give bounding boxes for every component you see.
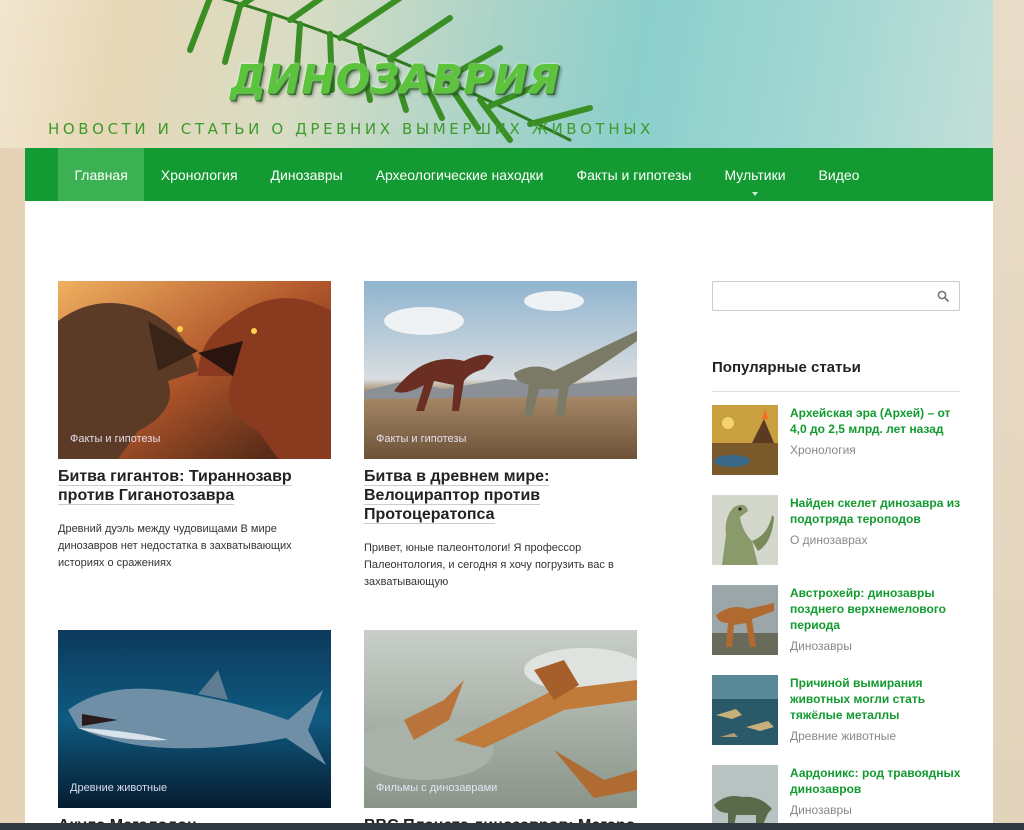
popular-article-thumbnail[interactable]	[712, 765, 778, 830]
nav-label: Динозавры	[270, 166, 343, 183]
article-card: Факты и гипотезы Битва гигантов: Тиранно…	[58, 281, 331, 572]
article-excerpt: Древний дуэль между чудовищами В мире ди…	[58, 523, 292, 569]
page-background-right	[993, 0, 1024, 830]
popular-article-category[interactable]: Древние животные	[790, 729, 896, 743]
category-label[interactable]: Фильмы с динозаврами	[376, 782, 497, 794]
popular-article-title[interactable]: Австрохейр: динозавры позднего верхнемел…	[790, 585, 962, 633]
popular-article-category[interactable]: О динозаврах	[790, 533, 867, 547]
nav-label: Видео	[818, 166, 860, 183]
popular-article-category[interactable]: Хронология	[790, 443, 856, 457]
search-icon[interactable]	[937, 290, 949, 302]
divider	[712, 391, 960, 392]
category-label[interactable]: Древние животные	[70, 782, 167, 794]
austrocheirus-image	[712, 585, 778, 655]
popular-article-thumbnail[interactable]	[712, 675, 778, 745]
popular-article-thumbnail[interactable]	[712, 495, 778, 565]
nav-label: Факты и гипотезы	[576, 166, 692, 183]
dropdown-caret-icon	[752, 192, 759, 196]
main-navigation: Главная Хронология Динозавры Археологиче…	[25, 148, 993, 201]
popular-article-title[interactable]: Аардоникс: род травоядных динозавров	[790, 765, 962, 797]
article-title[interactable]: Битва гигантов: Тираннозавр против Гиган…	[58, 467, 331, 505]
search-input[interactable]	[719, 282, 933, 310]
popular-article-item: Найден скелет динозавра из подотряда тер…	[712, 495, 962, 565]
nav-label: Хронология	[160, 166, 238, 183]
article-title[interactable]: Битва в древнем мире: Велоцираптор проти…	[364, 467, 637, 524]
nav-label: Археологические находки	[375, 166, 544, 183]
popular-article-category[interactable]: Динозавры	[790, 639, 852, 653]
popular-article-item: Причиной вымирания животных могли стать …	[712, 675, 962, 745]
popular-article-thumbnail[interactable]	[712, 585, 778, 655]
article-card: Древние животные Акула Мегалодон	[58, 630, 331, 830]
nav-item-dinosaurs[interactable]: Динозавры	[254, 148, 359, 201]
archean-era-image	[712, 405, 778, 475]
nav-label: Мультики	[724, 166, 786, 183]
nav-item-cartoons[interactable]: Мультики	[708, 148, 802, 201]
nav-item-home[interactable]: Главная	[58, 148, 145, 201]
theropod-skeleton-image	[712, 495, 778, 565]
article-thumbnail[interactable]: Древние животные	[58, 630, 331, 808]
main-content: Факты и гипотезы Битва гигантов: Тиранно…	[25, 201, 993, 830]
popular-article-item: Австрохейр: динозавры позднего верхнемел…	[712, 585, 962, 655]
aardonyx-image	[712, 765, 778, 830]
nav-item-video[interactable]: Видео	[802, 148, 876, 201]
popular-article-item: Аардоникс: род травоядных динозавров Дин…	[712, 765, 962, 830]
category-label[interactable]: Факты и гипотезы	[70, 433, 160, 445]
site-header: ДИНОЗАВРИЯ НОВОСТИ И СТАТЬИ О ДРЕВНИХ ВЫ…	[0, 0, 1024, 148]
article-thumbnail[interactable]: Факты и гипотезы	[364, 281, 637, 459]
popular-article-title[interactable]: Найден скелет динозавра из подотряда тер…	[790, 495, 962, 527]
popular-article-item: Архейская эра (Архей) – от 4,0 до 2,5 мл…	[712, 405, 962, 475]
popular-article-thumbnail[interactable]	[712, 405, 778, 475]
nav-item-chronology[interactable]: Хронология	[144, 148, 254, 201]
category-label[interactable]: Факты и гипотезы	[376, 433, 466, 445]
popular-article-title[interactable]: Причиной вымирания животных могли стать …	[790, 675, 962, 723]
nav-item-archaeology[interactable]: Археологические находки	[359, 148, 560, 201]
nav-item-facts[interactable]: Факты и гипотезы	[560, 148, 708, 201]
article-thumbnail[interactable]: Фильмы с динозаврами	[364, 630, 637, 808]
popular-article-title[interactable]: Архейская эра (Архей) – от 4,0 до 2,5 мл…	[790, 405, 962, 437]
search-box	[712, 281, 960, 311]
site-logo[interactable]: ДИНОЗАВРИЯ	[230, 58, 560, 102]
article-card: Факты и гипотезы Битва в древнем мире: В…	[364, 281, 637, 591]
nav-label: Главная	[74, 166, 128, 183]
article-card: Фильмы с динозаврами BBC Планета динозав…	[364, 630, 637, 830]
bottom-bar	[0, 823, 1024, 830]
article-thumbnail[interactable]: Факты и гипотезы	[58, 281, 331, 459]
popular-articles-title: Популярные статьи	[712, 359, 861, 376]
heavy-metals-extinction-image	[712, 675, 778, 745]
site-tagline: НОВОСТИ И СТАТЬИ О ДРЕВНИХ ВЫМЕРШИХ ЖИВО…	[48, 120, 654, 138]
popular-article-category[interactable]: Динозавры	[790, 803, 852, 817]
article-excerpt: Привет, юные палеонтологи! Я профессор П…	[364, 542, 614, 588]
